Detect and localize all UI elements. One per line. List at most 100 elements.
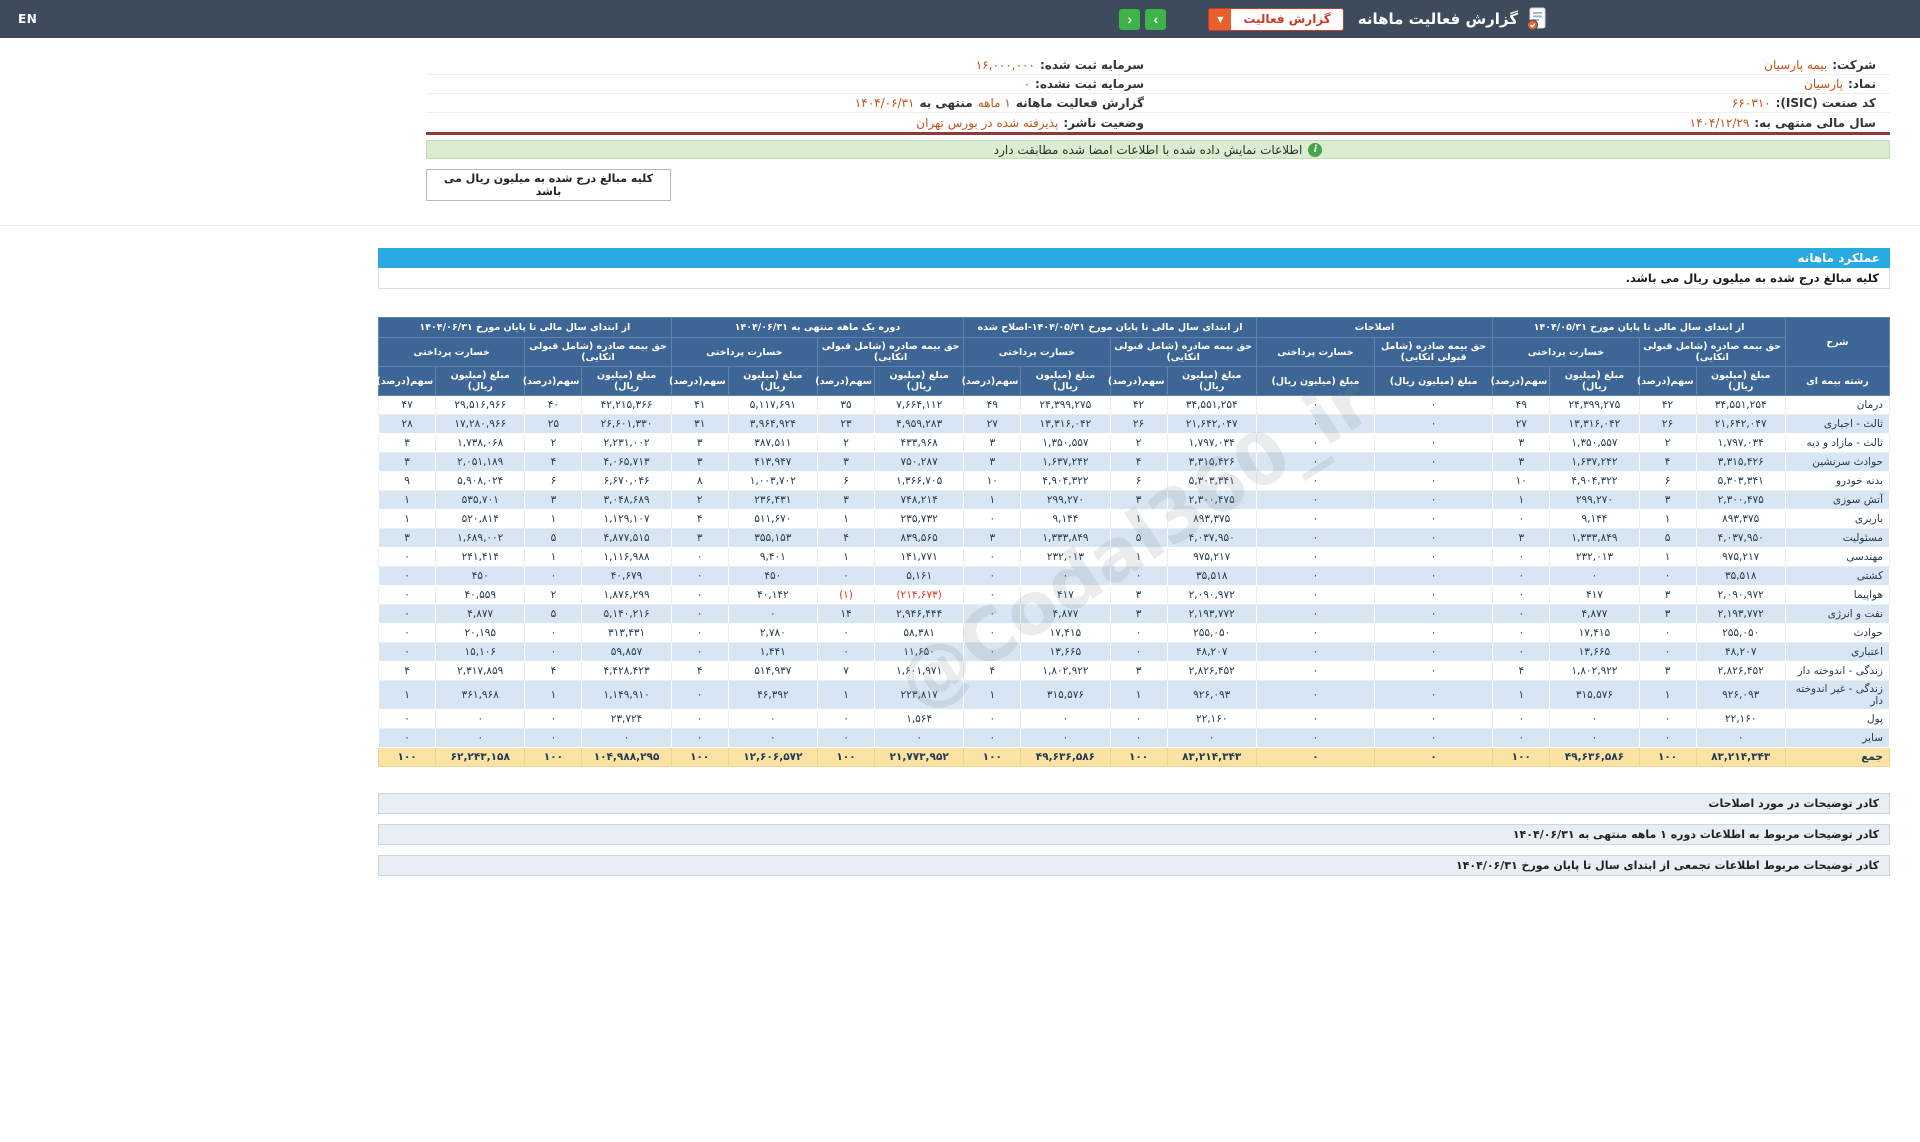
value-cell: ۲۷ [1492, 414, 1551, 434]
value-cell: ۳,۳۱۵,۴۲۶ [1166, 452, 1257, 472]
value-cell: ۰ [670, 728, 729, 748]
value-cell: ۰ [1109, 728, 1168, 748]
value-cell: ۳۵,۵۱۸ [1166, 566, 1257, 586]
value-cell: ۲۳,۷۲۴ [581, 709, 672, 729]
value-cell: ۴۰,۶۷۹ [581, 566, 672, 586]
value-cell: ۷,۶۶۴,۱۱۲ [874, 395, 965, 415]
value-cell: ۵۲۰,۸۱۴ [435, 509, 526, 529]
value-cell: ۴,۰۳۷,۹۵۰ [1166, 528, 1257, 548]
value-cell: ۰ [1109, 642, 1168, 662]
nav-left-button[interactable]: ‹ [1119, 8, 1141, 30]
value-cell: ۴ [670, 661, 729, 681]
value-cell: ۳ [963, 528, 1022, 548]
value-cell: ۹۷۵,۲۱۷ [1695, 547, 1786, 567]
company-info-left-column: سرمایه ثبت شده: ۱۶,۰۰۰,۰۰۰ سرمایه ثبت نش… [426, 56, 1158, 132]
value-cell: ۰ [1638, 566, 1697, 586]
premium-subheader: حق بیمه صادره (شامل قبولی اتکایی) [816, 337, 965, 367]
value-cell: ۲,۳۰۰,۴۷۵ [1695, 490, 1786, 510]
value-cell: ۴,۸۷۷ [1549, 604, 1640, 624]
value-cell: ۱ [1109, 547, 1168, 567]
report-type-label[interactable]: گزارش فعالیت [1231, 9, 1342, 30]
value-cell: ۰ [524, 642, 583, 662]
value-cell: ۲,۰۹۰,۹۷۲ [1695, 585, 1786, 605]
info-row-isic: کد صنعت (ISIC): ۶۶۰۳۱۰ [1158, 94, 1890, 113]
value-cell: ۴۹,۶۳۶,۵۸۶ [1020, 747, 1111, 767]
insurance-line-label: بدنه خودرو [1784, 471, 1891, 491]
info-value: ۶۶۰۳۱۰ [1731, 96, 1771, 110]
value-cell: ۳,۹۶۴,۹۲۴ [727, 414, 818, 434]
value-cell: ۱,۶۳۷,۲۴۲ [1020, 452, 1111, 472]
value-cell: ۳۱۵,۵۷۶ [1020, 680, 1111, 710]
value-cell: ۵۱۴,۹۳۷ [727, 661, 818, 681]
value-cell: ۱۰۰ [1109, 747, 1168, 767]
value-cell: ۰ [377, 604, 437, 624]
value-cell: ۰ [377, 566, 437, 586]
value-cell: ۴۲,۲۱۵,۳۶۶ [581, 395, 672, 415]
value-cell: ۳ [963, 452, 1022, 472]
value-cell: ۰ [1695, 728, 1786, 748]
value-cell: ۰ [581, 728, 672, 748]
value-cell: ۲۱,۶۴۲,۰۴۷ [1166, 414, 1257, 434]
value-cell: ۰ [1638, 623, 1697, 643]
value-cell: ۰ [670, 680, 729, 710]
nav-right-button[interactable]: › [1145, 8, 1167, 30]
info-value: ۱۶,۰۰۰,۰۰۰ [975, 58, 1035, 72]
value-cell: ۴,۸۷۷,۵۱۵ [581, 528, 672, 548]
value-cell: ۸۹۳,۳۷۵ [1695, 509, 1786, 529]
value-cell: ۰ [1255, 642, 1376, 662]
value-cell: ۰ [1492, 566, 1551, 586]
value-cell: ۱۲,۶۰۶,۵۷۲ [727, 747, 818, 767]
value-cell: ۳,۳۱۵,۴۲۶ [1695, 452, 1786, 472]
value-cell: ۲۵ [524, 414, 583, 434]
value-cell: ۳ [1638, 661, 1697, 681]
info-label: منتهی به [919, 96, 973, 110]
value-cell: ۵ [1109, 528, 1168, 548]
value-cell: ۶,۶۷۰,۰۴۶ [581, 471, 672, 491]
value-cell: ۰ [377, 585, 437, 605]
amount-header: مبلغ (میلیون ریال) [874, 366, 965, 396]
value-cell: ۱,۷۳۸,۰۶۸ [435, 433, 526, 453]
value-cell: ۹۲۶,۰۹۳ [1695, 680, 1786, 710]
insurance-line-label: کشتی [1784, 566, 1891, 586]
value-cell: ۲۶ [1109, 414, 1168, 434]
info-label: گزارش فعالیت ماهانه [1015, 96, 1144, 110]
value-cell: ۱ [524, 547, 583, 567]
value-cell: ۲ [670, 490, 729, 510]
value-cell: ۰ [874, 728, 965, 748]
value-cell: ۴۱۳,۹۴۷ [727, 452, 818, 472]
value-cell: ۱۰۰ [1492, 747, 1551, 767]
insurance-line-label: درمان [1784, 395, 1891, 415]
value-cell: ۰ [816, 728, 876, 748]
value-cell: ۳ [1638, 585, 1697, 605]
value-cell: ۰ [1374, 642, 1494, 662]
value-cell: ۴ [816, 528, 876, 548]
table-row: نفت و انرژی ۲,۱۹۳,۷۷۲ ۳ ۴,۸۷۷ ۰ ۰ ۰ ۲,۱۹۳,۷۷۲ ۳ ۴… [377, 604, 1891, 624]
report-type-dropdown[interactable]: گزارش فعالیت ▼ [1208, 7, 1344, 31]
value-cell: ۰ [670, 547, 729, 567]
value-cell: ۳۶۱,۹۶۸ [435, 680, 526, 710]
value-cell: ۰ [727, 709, 818, 729]
value-cell: ۲۹۹,۲۷۰ [1020, 490, 1111, 510]
value-cell: ۲۹۹,۲۷۰ [1549, 490, 1640, 510]
table-row: هواپیما ۲,۰۹۰,۹۷۲ ۳ ۴۱۷ ۰ ۰ ۰ ۲,۰۹۰,۹۷۲ ۳ ۴۱۷ ۰ (۲۱… [377, 585, 1891, 605]
chevron-down-icon[interactable]: ▼ [1209, 8, 1232, 30]
report-icon [1526, 7, 1548, 31]
value-cell: ۲۲۳,۸۱۷ [874, 680, 965, 710]
value-cell: ۱۰ [963, 471, 1022, 491]
value-cell: ۰ [1255, 585, 1376, 605]
value-cell: ۴۲ [1638, 395, 1697, 415]
value-cell: ۴۶,۳۹۲ [727, 680, 818, 710]
share-header: سهم(درصد) [1108, 366, 1168, 396]
language-toggle[interactable]: EN [18, 12, 37, 26]
value-cell: ۰ [1255, 471, 1376, 491]
amount-header: مبلغ (میلیون ریال) [1695, 366, 1786, 396]
value-cell: ۴,۸۷۷ [435, 604, 526, 624]
value-cell: ۹ [377, 471, 437, 491]
value-cell: ۲,۲۳۱,۰۰۲ [581, 433, 672, 453]
value-cell: ۱,۱۲۹,۱۰۷ [581, 509, 672, 529]
info-value: ۰ [1023, 77, 1031, 91]
value-cell: ۰ [377, 623, 437, 643]
value-cell: ۰ [1374, 414, 1494, 434]
insurance-line-label: حوادث [1784, 623, 1891, 643]
value-cell: ۰ [963, 547, 1022, 567]
